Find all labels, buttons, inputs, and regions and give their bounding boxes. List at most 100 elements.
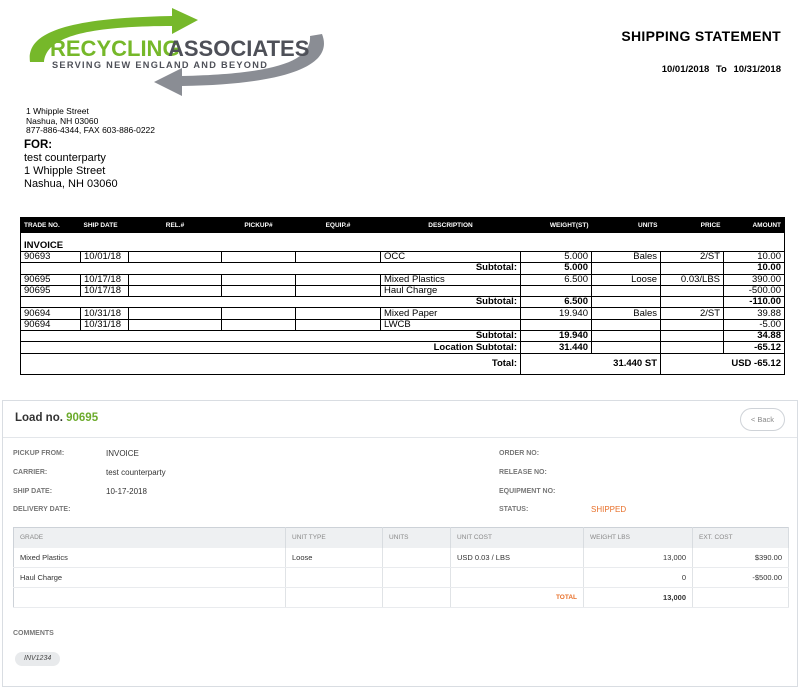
col-unit-cost: UNIT COST — [450, 527, 584, 548]
load-items-table: GRADE UNIT TYPE UNITS UNIT COST WEIGHT L… — [13, 527, 789, 608]
weight: 6.500 — [520, 273, 592, 286]
unit-type — [285, 567, 383, 588]
comment-tag[interactable]: INV1234 — [15, 652, 61, 666]
date-separator: To — [715, 64, 727, 75]
subtotal-label: Subtotal: — [20, 262, 521, 275]
statement-table: TRADE NO. SHIP DATE REL.# PICKUP# EQUIP.… — [20, 217, 785, 375]
subtotal-label: Subtotal: — [20, 330, 521, 343]
section-label: INVOICE — [24, 240, 64, 251]
for-street: 1 Whipple Street — [24, 165, 106, 177]
units: Bales — [591, 307, 661, 320]
price: 2/ST — [660, 307, 724, 320]
col-pickup: PICKUP# — [221, 217, 296, 233]
ship-date-value: 10-17-2018 — [106, 487, 147, 496]
ship-date: 10/31/18 — [80, 307, 129, 320]
location-subtotal-amount: -65.12 — [723, 341, 785, 354]
load-title-prefix: Load no. — [15, 412, 63, 424]
subtotal-row: Subtotal: 5.000 10.00 — [20, 262, 785, 275]
amount: 10.00 — [723, 250, 785, 264]
col-grade: GRADE — [13, 527, 286, 548]
pickup-from-label: PICKUP FROM: — [13, 450, 65, 457]
date-from: 10/01/2018 — [661, 64, 710, 75]
ship-date-label: SHIP DATE: — [13, 488, 53, 495]
subtotal-row: Subtotal: 19.940 34.88 — [20, 330, 785, 343]
amount: -5.00 — [723, 318, 785, 332]
col-amount: AMOUNT — [723, 217, 785, 233]
weight: 5.000 — [520, 250, 592, 264]
unit-type: Loose — [285, 547, 383, 568]
col-equip: EQUIP.# — [295, 217, 381, 233]
subtotal-weight: 19.940 — [520, 330, 592, 343]
comments-label: COMMENTS — [13, 630, 54, 637]
logo-name-part1: RECYCLING — [50, 36, 180, 61]
total-amount: USD -65.12 — [660, 352, 785, 375]
back-button[interactable]: < Back — [740, 408, 785, 431]
unit-cost: USD 0.03 / LBS — [450, 547, 584, 568]
ship-date: 10/31/18 — [80, 318, 129, 332]
col-ext-cost: EXT. COST — [692, 527, 789, 548]
weight — [520, 318, 592, 332]
trade-no: 90694 — [20, 318, 81, 332]
load-total-row: TOTAL 13,000 — [13, 587, 789, 608]
location-subtotal-row: Location Subtotal: 31.440 -65.12 — [20, 341, 785, 354]
description: LWCB — [380, 318, 521, 332]
total-weight: 31.440 ST — [520, 352, 661, 375]
description: OCC — [380, 250, 521, 264]
table-row: 90695 10/17/18 Mixed Plastics 6.500 Loos… — [20, 273, 785, 286]
load-items-header: GRADE UNIT TYPE UNITS UNIT COST WEIGHT L… — [13, 527, 789, 548]
col-ship-date: SHIP DATE — [80, 217, 129, 233]
amount: 390.00 — [723, 273, 785, 286]
description: Haul Charge — [380, 284, 521, 298]
table-row: 90694 10/31/18 Mixed Paper 19.940 Bales … — [20, 307, 785, 320]
unit-cost — [450, 567, 584, 588]
location-subtotal-label: Location Subtotal: — [20, 341, 521, 354]
trade-no: 90695 — [20, 273, 81, 286]
release-no-label: RELEASE NO: — [499, 469, 547, 476]
price — [660, 284, 724, 298]
ship-date: 10/01/18 — [80, 250, 129, 264]
col-price: PRICE — [660, 217, 724, 233]
pickup-from-value: INVOICE — [106, 449, 139, 458]
weight — [520, 284, 592, 298]
amount: 39.88 — [723, 307, 785, 320]
weight: 19.940 — [520, 307, 592, 320]
equipment-no-label: EQUIPMENT NO: — [499, 488, 556, 495]
table-row: 90695 10/17/18 Haul Charge -500.00 — [20, 284, 785, 298]
weight-lbs: 13,000 — [583, 547, 693, 568]
units: Loose — [591, 273, 661, 286]
delivery-date-label: DELIVERY DATE: — [13, 506, 71, 513]
section-row: INVOICE — [21, 241, 785, 252]
amount: -500.00 — [723, 284, 785, 298]
statement-header-row: TRADE NO. SHIP DATE REL.# PICKUP# EQUIP.… — [20, 217, 785, 233]
grade: Haul Charge — [13, 567, 286, 588]
for-name: test counterparty — [24, 152, 106, 164]
description: Mixed Paper — [380, 307, 521, 320]
trade-no: 90695 — [20, 284, 81, 298]
load-number: 90695 — [66, 412, 99, 424]
subtotal-weight: 6.500 — [520, 296, 592, 309]
price: 2/ST — [660, 250, 724, 264]
order-no-label: ORDER NO: — [499, 450, 540, 457]
total-label: Total: — [20, 352, 521, 375]
col-weight-lbs: WEIGHT LBS — [583, 527, 693, 548]
col-rel: REL.# — [128, 217, 222, 233]
status-value: SHIPPED — [591, 505, 627, 514]
ship-date: 10/17/18 — [80, 284, 129, 298]
table-row: 90694 10/31/18 LWCB -5.00 — [20, 318, 785, 332]
company-logo: RECYCLING ASSOCIATES SERVING NEW ENGLAND… — [22, 4, 332, 98]
units: Bales — [591, 250, 661, 264]
carrier-label: CARRIER: — [13, 469, 48, 476]
description: Mixed Plastics — [380, 273, 521, 286]
ext-cost: $390.00 — [692, 547, 789, 568]
units — [382, 547, 451, 568]
location-subtotal-weight: 31.440 — [520, 341, 592, 354]
statement-title: SHIPPING STATEMENT — [621, 28, 781, 44]
col-unit-type: UNIT TYPE — [285, 527, 383, 548]
table-row: 90693 10/01/18 OCC 5.000 Bales 2/ST 10.0… — [20, 250, 785, 264]
logo-name-part2: ASSOCIATES — [168, 36, 309, 61]
statement-date-range: 10/01/2018 To 10/31/2018 — [660, 64, 783, 75]
logo-tagline: SERVING NEW ENGLAND AND BEYOND — [52, 60, 268, 70]
ship-date: 10/17/18 — [80, 273, 129, 286]
price — [660, 318, 724, 332]
grade: Mixed Plastics — [13, 547, 286, 568]
